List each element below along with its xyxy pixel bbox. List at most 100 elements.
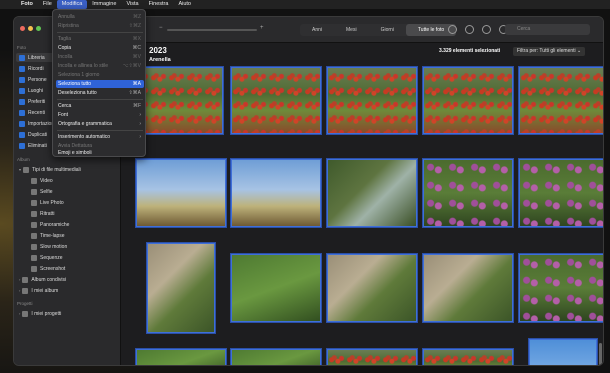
sidebar-item-sequenze[interactable]: Sequenze [28, 253, 116, 262]
sidebar-item-panoramiche[interactable]: Panoramiche [28, 220, 116, 229]
memories-icon [19, 65, 25, 72]
menu-item-font[interactable]: Font › [56, 111, 144, 119]
photo-thumbnail[interactable] [519, 159, 603, 227]
chevron-right-icon[interactable]: › [19, 277, 20, 282]
menu-item-incolla: Incolla ⌘V [58, 54, 141, 60]
menu-separator [57, 32, 143, 33]
portrait-icon [31, 210, 37, 217]
sidebar-item-video[interactable]: Video [28, 176, 116, 185]
tab-anni[interactable]: Anni [300, 24, 334, 36]
video-icon [31, 177, 37, 184]
sidebar-item-album-condivisi[interactable]: › Album condivisi [16, 275, 116, 284]
photo-thumbnail[interactable] [327, 159, 417, 227]
chevron-down-icon[interactable]: ▾ [19, 167, 21, 172]
close-button[interactable] [20, 26, 25, 31]
menu-item-cerca[interactable]: Cerca ⌘F [56, 102, 144, 110]
info-icon[interactable] [448, 25, 457, 34]
photo-thumbnail[interactable] [529, 339, 597, 365]
tab-giorni[interactable]: Giorni [369, 24, 406, 36]
photo-thumbnail[interactable] [423, 67, 513, 134]
photo-thumbnail[interactable] [136, 159, 226, 227]
photo-thumbnail[interactable] [327, 254, 417, 322]
clock-icon [19, 109, 25, 116]
scrollbar-thumb[interactable] [599, 343, 602, 365]
sidebar-item-miei-progetti[interactable]: › I miei progetti [16, 309, 116, 318]
photo-thumbnail[interactable] [231, 67, 321, 134]
photo-thumbnail[interactable] [231, 254, 321, 322]
share-icon[interactable] [465, 25, 474, 34]
minimize-button[interactable] [28, 26, 33, 31]
chevron-right-icon[interactable]: › [19, 311, 20, 316]
time-lapse-icon [31, 232, 37, 239]
chevron-right-icon[interactable]: › [19, 288, 20, 293]
sidebar-item-slow-motion[interactable]: Slow motion [28, 242, 116, 251]
menu-aiuto[interactable]: Aiuto [173, 0, 196, 9]
scrollbar[interactable] [599, 43, 602, 365]
menu-bar: Foto File Modifica Immagine Vista Finest… [0, 0, 610, 9]
menu-item-emoji-simboli[interactable]: Emoji e simboli [56, 150, 144, 157]
menu-separator [57, 99, 143, 100]
zoom-out-icon[interactable]: − [159, 25, 163, 31]
filter-dropdown[interactable]: Filtra per: Tutti gli elementi ⌄ [513, 47, 586, 56]
album-icon [22, 287, 29, 294]
photo-thumbnail[interactable] [327, 349, 417, 365]
zoom-in-icon[interactable]: + [260, 25, 264, 31]
menu-immagine[interactable]: Immagine [87, 0, 121, 9]
photo-thumbnail[interactable] [231, 159, 321, 227]
section-foto: Foto [17, 45, 27, 50]
zoom-button[interactable] [36, 26, 41, 31]
sidebar-item-miei-album[interactable]: › I miei album [16, 286, 116, 295]
tab-mesi[interactable]: Mesi [334, 24, 369, 36]
import-icon [19, 120, 25, 127]
location-heading: Arenella [149, 57, 171, 63]
menu-finestra[interactable]: Finestra [144, 0, 174, 9]
photo-thumbnail[interactable] [231, 349, 321, 365]
menu-item-seleziona-tutto[interactable]: Seleziona tutto ⌘A [56, 80, 144, 88]
toolbar: − + Anni Mesi Giorni Tutte le foto Cerca [121, 17, 603, 43]
photo-thumbnail[interactable] [423, 349, 513, 365]
photo-thumbnail[interactable] [519, 254, 603, 322]
people-icon [19, 76, 25, 83]
menu-item-copia[interactable]: Copia ⌘C [56, 44, 144, 52]
photo-thumbnail[interactable] [327, 67, 417, 134]
menu-foto[interactable]: Foto [16, 0, 38, 9]
heart-icon [19, 98, 25, 105]
menu-item-avvia-dettatura: Avvia Dettatura [58, 143, 93, 149]
menu-item-inserimento-automatico[interactable]: Inserimento automatico › [56, 133, 144, 141]
sidebar-item-live-photo[interactable]: Live Photo [28, 198, 116, 207]
menu-item-seleziona-giorno: Seleziona 1 giorno [58, 72, 100, 78]
photo-thumbnail[interactable] [423, 254, 513, 322]
burst-icon [31, 254, 37, 261]
live-photo-icon [31, 199, 37, 206]
menu-file[interactable]: File [38, 0, 57, 9]
photo-thumbnail[interactable] [147, 243, 215, 333]
menu-item-deseleziona-tutto[interactable]: Deseleziona tutto ⇧⌘A [56, 89, 144, 97]
sidebar-item-time-lapse[interactable]: Time-lapse [28, 231, 116, 240]
selection-count: 3.329 elementi selezionati [439, 48, 501, 54]
zoom-slider[interactable] [167, 29, 257, 31]
places-icon [19, 87, 25, 94]
photo-thumbnail[interactable] [136, 349, 226, 365]
panorama-icon [31, 221, 37, 228]
folder-icon [23, 166, 30, 173]
menu-vista[interactable]: Vista [121, 0, 143, 9]
year-heading: 2023 [149, 46, 167, 55]
selfie-icon [31, 188, 37, 195]
photo-thumbnail[interactable] [519, 67, 603, 134]
menu-item-ortografia[interactable]: Ortografia e grammatica › [56, 120, 144, 128]
menu-modifica[interactable]: Modifica [56, 0, 88, 9]
section-album: Album [17, 157, 30, 162]
sidebar-item-selfie[interactable]: Selfie [28, 187, 116, 196]
library-icon [19, 54, 25, 61]
screenshot-icon [31, 265, 37, 272]
sidebar-item-ritratti[interactable]: Ritratti [28, 209, 116, 218]
photo-thumbnail[interactable] [423, 159, 513, 227]
view-segmented-control: Anni Mesi Giorni Tutte le foto [300, 24, 457, 36]
sidebar-item-media-types[interactable]: ▾ Tipi di file multimediali [16, 165, 116, 174]
trash-icon [19, 142, 25, 149]
sidebar-item-screenshot[interactable]: Screenshot [28, 264, 116, 273]
projects-icon [22, 310, 29, 317]
heart-icon[interactable] [482, 25, 491, 34]
search-input[interactable]: Cerca [505, 24, 590, 35]
shared-album-icon [22, 276, 29, 283]
